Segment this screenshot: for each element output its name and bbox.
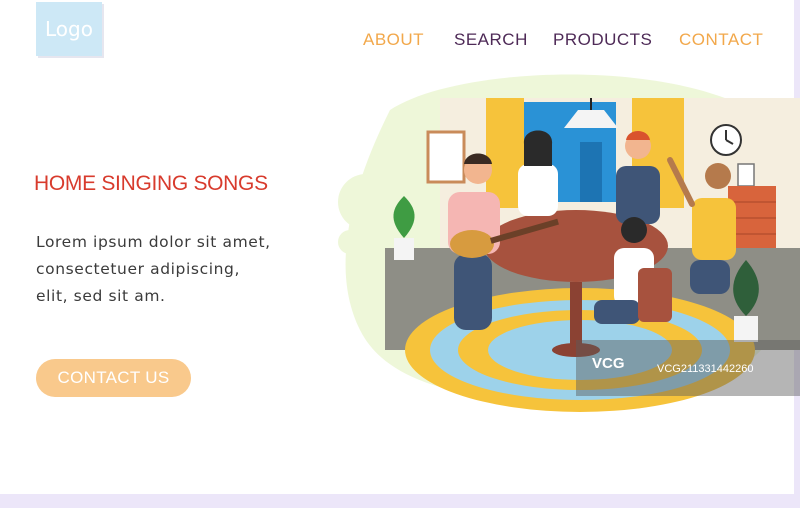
logo[interactable]: Logo: [36, 2, 102, 56]
logo-text: Logo: [45, 17, 93, 41]
contact-us-button[interactable]: CONTACT US: [36, 359, 191, 397]
nav-products-link[interactable]: PRODUCTS: [553, 30, 652, 50]
nav-contact-link[interactable]: CONTACT: [679, 30, 763, 50]
watermark-logo: VCG: [592, 355, 625, 372]
wall-picture: [426, 130, 466, 184]
bottom-edge-strip: [0, 494, 800, 508]
page-title: HOME SINGING SONGS: [34, 172, 268, 195]
person-woman-back-left: [518, 130, 558, 216]
plant-pot-left: [394, 238, 414, 260]
nav-about-link[interactable]: ABOUT: [363, 30, 424, 50]
blob-circle-small: [338, 230, 362, 254]
plant-pot-right: [734, 316, 758, 342]
window-building-2: [580, 142, 602, 202]
blob-circle-large: [338, 174, 394, 230]
wall-picture-small: [737, 163, 755, 187]
watermark-id: VCG211331442260: [657, 363, 754, 375]
nav-search-link[interactable]: SEARCH: [454, 30, 528, 50]
hero-description: Lorem ipsum dolor sit amet, consectetuer…: [36, 233, 271, 305]
